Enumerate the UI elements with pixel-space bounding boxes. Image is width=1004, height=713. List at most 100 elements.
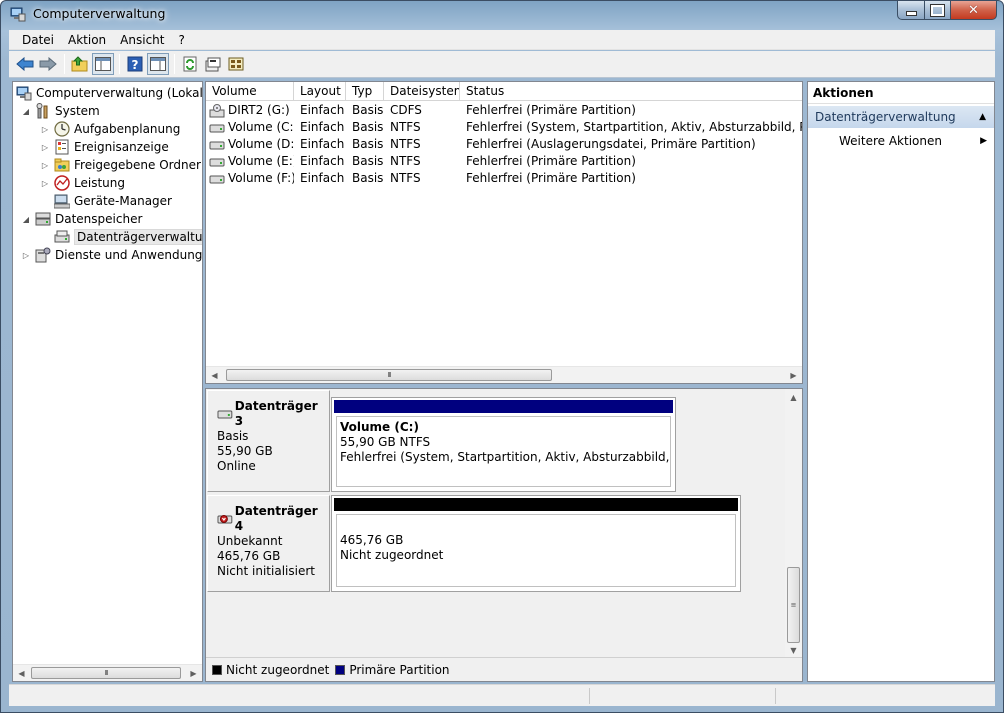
view-button[interactable] bbox=[147, 53, 169, 75]
scroll-left-arrow-icon[interactable]: ◀ bbox=[206, 367, 223, 383]
legend-swatch bbox=[212, 664, 222, 675]
tree-item-aufgabenplanung[interactable]: ▷ Aufgabenplanung bbox=[40, 120, 180, 138]
partition-status: Nicht zugeordnet bbox=[340, 548, 444, 562]
show-hide-tree-button[interactable] bbox=[92, 53, 114, 75]
help-button[interactable]: ? bbox=[124, 53, 146, 75]
scroll-right-arrow-icon[interactable]: ▶ bbox=[785, 367, 802, 383]
tree-horizontal-scrollbar[interactable]: ◀ III ▶ bbox=[13, 664, 202, 681]
tree-item-label: Dienste und Anwendungen bbox=[55, 248, 203, 262]
menu-aktion[interactable]: Aktion bbox=[61, 30, 113, 50]
menu-help[interactable]: ? bbox=[171, 30, 191, 50]
tree-item-dienste[interactable]: ▷ Dienste und Anwendungen bbox=[21, 246, 203, 264]
volume-layout: Einfach bbox=[300, 103, 345, 117]
volume-layout: Einfach bbox=[300, 171, 345, 185]
scroll-up-arrow-icon[interactable]: ▲ bbox=[785, 389, 802, 406]
shared-folder-icon bbox=[54, 157, 70, 173]
column-header-volume[interactable]: Volume bbox=[206, 82, 294, 101]
column-header-dateisystem[interactable]: Dateisystem bbox=[384, 82, 460, 101]
table-row[interactable]: Volume (C:) Einfach Basis NTFS Fehlerfre… bbox=[206, 119, 802, 136]
collapsed-arrow-icon[interactable]: ▷ bbox=[21, 251, 31, 260]
tree-item-datenspeicher[interactable]: ◢ Datenspeicher bbox=[21, 210, 142, 228]
collapsed-arrow-icon[interactable]: ▷ bbox=[40, 125, 50, 134]
partition-size: 465,76 GB bbox=[340, 533, 404, 547]
scroll-right-arrow-icon[interactable]: ▶ bbox=[185, 665, 202, 681]
submenu-arrow-icon: ▶ bbox=[980, 136, 987, 146]
tree-item-label: Geräte-Manager bbox=[74, 194, 172, 208]
tree-item-datentraegerverwaltung[interactable]: Datenträgerverwaltung bbox=[54, 228, 202, 246]
up-button[interactable] bbox=[69, 53, 91, 75]
navigation-tree-pane: Computerverwaltung (Lokal) ◢ System ▷ Au… bbox=[12, 81, 203, 682]
tree-item-leistung[interactable]: ▷ Leistung bbox=[40, 174, 125, 192]
volume-type: Basis bbox=[352, 137, 384, 151]
table-row[interactable]: DIRT2 (G:) Einfach Basis CDFS Fehlerfrei… bbox=[206, 102, 802, 119]
expanded-arrow-icon[interactable]: ◢ bbox=[21, 215, 31, 224]
volume-status: Fehlerfrei (Primäre Partition) bbox=[466, 171, 636, 185]
back-arrow-icon bbox=[16, 57, 34, 71]
scrollbar-thumb[interactable]: III bbox=[31, 667, 181, 679]
computer-management-icon bbox=[10, 7, 26, 22]
expanded-arrow-icon[interactable]: ◢ bbox=[21, 107, 31, 116]
scroll-left-arrow-icon[interactable]: ◀ bbox=[13, 665, 30, 681]
collapsed-arrow-icon[interactable]: ▷ bbox=[40, 161, 50, 170]
table-row[interactable]: Volume (F:) Einfach Basis NTFS Fehlerfre… bbox=[206, 170, 802, 187]
disk-settings-button[interactable] bbox=[225, 53, 247, 75]
back-button[interactable] bbox=[14, 53, 36, 75]
disk-state: Nicht initialisiert bbox=[217, 564, 315, 578]
title-bar[interactable]: Computerverwaltung ✕ bbox=[1, 1, 1003, 28]
actions-pane: Aktionen Datenträgerverwaltung ▲ Weitere… bbox=[807, 81, 995, 682]
status-bar bbox=[9, 684, 995, 706]
disk-4-label[interactable]: Datenträger 4 Unbekannt 465,76 GB Nicht … bbox=[207, 495, 330, 592]
table-row[interactable]: Volume (E:) Einfach Basis NTFS Fehlerfre… bbox=[206, 153, 802, 170]
menu-datei[interactable]: Datei bbox=[9, 30, 61, 50]
disk-name: Datenträger 4 bbox=[234, 504, 318, 533]
column-header-status[interactable]: Status bbox=[460, 82, 802, 101]
refresh-button[interactable] bbox=[179, 53, 201, 75]
scrollbar-thumb[interactable]: III bbox=[226, 369, 552, 381]
svg-text:?: ? bbox=[132, 58, 139, 72]
toolbar: ? bbox=[9, 51, 995, 78]
drive-icon bbox=[209, 158, 225, 166]
tree-item-geraete-manager[interactable]: Geräte-Manager bbox=[54, 192, 172, 210]
actions-section-datentraegerverwaltung[interactable]: Datenträgerverwaltung ▲ bbox=[808, 106, 994, 128]
scrollbar-thumb[interactable]: ≡ bbox=[787, 567, 800, 643]
disk-name: Datenträger 3 bbox=[234, 399, 318, 428]
legend-label: Nicht zugeordnet bbox=[226, 662, 330, 677]
partition-unallocated[interactable]: 465,76 GB Nicht zugeordnet bbox=[331, 495, 741, 592]
disk-size: 465,76 GB bbox=[217, 549, 281, 563]
partition-volume-c[interactable]: Volume (C:) 55,90 GB NTFS Fehlerfrei (Sy… bbox=[331, 397, 676, 492]
tree-item-freigegebene-ordner[interactable]: ▷ Freigegebene Ordner bbox=[40, 156, 201, 174]
tree-item-ereignisanzeige[interactable]: ▷ Ereignisanzeige bbox=[40, 138, 169, 156]
weitere-aktionen-item[interactable]: Weitere Aktionen ▶ bbox=[808, 131, 994, 151]
collapse-up-icon[interactable]: ▲ bbox=[979, 106, 986, 128]
minimize-button[interactable] bbox=[897, 1, 925, 20]
collapsed-arrow-icon[interactable]: ▷ bbox=[40, 143, 50, 152]
disk-view-vertical-scrollbar[interactable]: ▲ ≡ ▼ bbox=[785, 389, 802, 659]
properties-button[interactable] bbox=[202, 53, 224, 75]
menu-ansicht[interactable]: Ansicht bbox=[113, 30, 171, 50]
disk-legend: Nicht zugeordnet Primäre Partition bbox=[206, 657, 802, 681]
disk-state: Online bbox=[217, 459, 256, 473]
tree-item-label: Leistung bbox=[74, 176, 125, 190]
close-button[interactable]: ✕ bbox=[951, 1, 997, 20]
tree-item-system[interactable]: ◢ System bbox=[21, 102, 100, 120]
column-header-layout[interactable]: Layout bbox=[294, 82, 346, 101]
toolbar-separator bbox=[174, 54, 175, 74]
disk-type: Basis bbox=[217, 429, 249, 443]
cd-drive-icon bbox=[209, 103, 225, 117]
window-title: Computerverwaltung bbox=[33, 6, 166, 21]
collapsed-arrow-icon[interactable]: ▷ bbox=[40, 179, 50, 188]
volume-filesystem: CDFS bbox=[390, 103, 422, 117]
volume-status: Fehlerfrei (Primäre Partition) bbox=[466, 103, 636, 117]
maximize-button[interactable] bbox=[925, 1, 951, 20]
status-segment bbox=[589, 688, 590, 704]
table-row[interactable]: Volume (D:) Einfach Basis NTFS Fehlerfre… bbox=[206, 136, 802, 153]
volume-list-horizontal-scrollbar[interactable]: ◀ III ▶ bbox=[206, 366, 802, 383]
disk-warning-icon bbox=[217, 515, 233, 524]
tree-item-label: System bbox=[55, 104, 100, 118]
status-segment bbox=[775, 688, 776, 704]
forward-button[interactable] bbox=[37, 53, 59, 75]
tree-item-root[interactable]: Computerverwaltung (Lokal) bbox=[16, 84, 202, 102]
column-header-typ[interactable]: Typ bbox=[346, 82, 384, 101]
disk-3-label[interactable]: Datenträger 3 Basis 55,90 GB Online bbox=[207, 390, 330, 492]
view-icon bbox=[150, 57, 166, 71]
